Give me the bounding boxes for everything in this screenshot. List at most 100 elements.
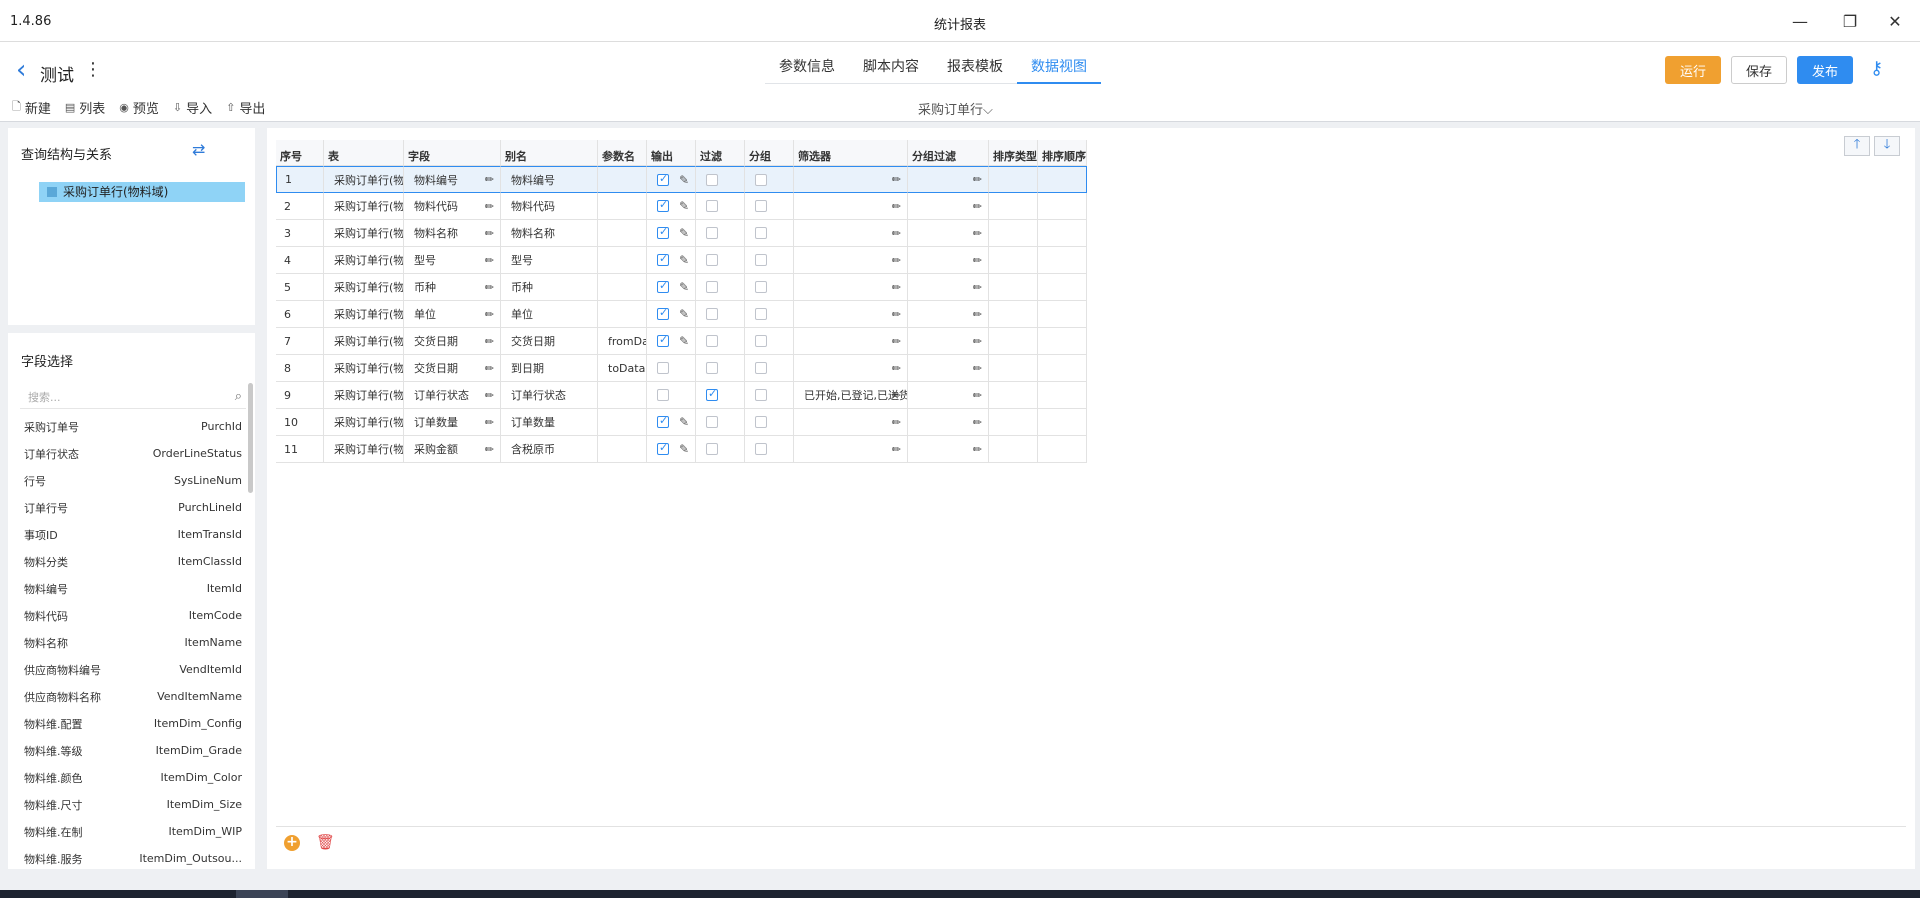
table-row[interactable]: 1 采购订单行(物料域) 物料编号 ✏ 物料编号 ✎ ✏ ✏ bbox=[276, 166, 1087, 193]
tree-node-purchase-line[interactable]: 采购订单行(物料域) bbox=[39, 182, 245, 202]
table-cell[interactable]: ✎ bbox=[647, 301, 696, 328]
filter-checkbox[interactable] bbox=[706, 254, 718, 266]
export-button[interactable]: ⇧ 导出 bbox=[226, 98, 265, 117]
table-cell[interactable]: 单位 bbox=[501, 301, 598, 328]
table-cell[interactable]: 采购订单行(物料域) bbox=[324, 301, 404, 328]
pencil-icon[interactable]: ✏ bbox=[892, 443, 901, 456]
group-checkbox[interactable] bbox=[755, 389, 767, 401]
minimize-icon[interactable]: — bbox=[1780, 8, 1820, 34]
table-cell[interactable] bbox=[745, 193, 794, 220]
group-checkbox[interactable] bbox=[755, 335, 767, 347]
table-cell[interactable]: ✏ bbox=[908, 220, 989, 247]
pencil-icon[interactable]: ✏ bbox=[485, 416, 494, 429]
list-item[interactable]: 事项ID ItemTransId bbox=[8, 521, 248, 548]
table-cell[interactable]: 订单行状态 bbox=[501, 382, 598, 409]
table-cell[interactable]: 物料名称 ✏ bbox=[404, 220, 501, 247]
table-cell[interactable]: 物料编号 bbox=[501, 166, 598, 193]
list-item[interactable]: 供应商物料编号 VendItemId bbox=[8, 656, 248, 683]
search-icon[interactable]: ⌕ bbox=[235, 389, 242, 404]
table-cell[interactable]: ✏ bbox=[908, 355, 989, 382]
table-cell[interactable] bbox=[598, 247, 647, 274]
pencil-icon[interactable]: ✏ bbox=[973, 443, 982, 456]
table-cell[interactable]: 型号 ✏ bbox=[404, 247, 501, 274]
table-cell[interactable]: 9 bbox=[276, 382, 324, 409]
publish-button[interactable]: 发布 bbox=[1797, 56, 1853, 84]
table-cell[interactable]: ✏ bbox=[794, 301, 908, 328]
pencil-icon[interactable]: ✏ bbox=[485, 443, 494, 456]
table-cell[interactable] bbox=[989, 436, 1038, 463]
edit-icon[interactable]: ✎ bbox=[679, 173, 689, 187]
table-cell[interactable]: 采购订单行(物料域) bbox=[324, 247, 404, 274]
filter-checkbox[interactable] bbox=[706, 308, 718, 320]
table-row[interactable]: 3 采购订单行(物料域) 物料名称 ✏ 物料名称 ✎ ✏ ✏ bbox=[276, 220, 1087, 247]
pencil-icon[interactable]: ✏ bbox=[973, 308, 982, 321]
table-cell[interactable]: 6 bbox=[276, 301, 324, 328]
group-checkbox[interactable] bbox=[755, 443, 767, 455]
pencil-icon[interactable]: ✏ bbox=[973, 254, 982, 267]
filter-checkbox[interactable] bbox=[706, 173, 718, 186]
table-row[interactable]: 11 采购订单行(物料域) 采购金额 ✏ 含税原币 ✎ ✏ ✏ bbox=[276, 436, 1087, 463]
pencil-icon[interactable]: ✏ bbox=[892, 335, 901, 348]
table-cell[interactable] bbox=[696, 247, 745, 274]
table-cell[interactable] bbox=[745, 409, 794, 436]
group-checkbox[interactable] bbox=[755, 227, 767, 239]
list-item[interactable]: 物料维.等级 ItemDim_Grade bbox=[8, 737, 248, 764]
pencil-icon[interactable]: ✏ bbox=[973, 281, 982, 294]
table-row[interactable]: 4 采购订单行(物料域) 型号 ✏ 型号 ✎ ✏ ✏ bbox=[276, 247, 1087, 274]
table-cell[interactable] bbox=[598, 274, 647, 301]
pencil-icon[interactable]: ✏ bbox=[892, 173, 901, 186]
table-cell[interactable]: 5 bbox=[276, 274, 324, 301]
table-cell[interactable] bbox=[696, 301, 745, 328]
table-cell[interactable]: 物料名称 bbox=[501, 220, 598, 247]
pencil-icon[interactable]: ✏ bbox=[892, 362, 901, 375]
table-cell[interactable]: ✎ bbox=[647, 436, 696, 463]
table-cell[interactable]: ✏ bbox=[794, 274, 908, 301]
list-item[interactable]: 物料维.在制 ItemDim_WIP bbox=[8, 818, 248, 845]
table-cell[interactable] bbox=[989, 220, 1038, 247]
table-cell[interactable] bbox=[696, 274, 745, 301]
pencil-icon[interactable]: ✏ bbox=[485, 227, 494, 240]
table-cell[interactable] bbox=[1038, 328, 1087, 355]
table-cell[interactable]: 币种 ✏ bbox=[404, 274, 501, 301]
table-cell[interactable]: ✎ bbox=[647, 193, 696, 220]
table-cell[interactable] bbox=[696, 193, 745, 220]
list-item[interactable]: 物料代码 ItemCode bbox=[8, 602, 248, 629]
table-cell[interactable] bbox=[1038, 436, 1087, 463]
list-item[interactable]: 物料维.配置 ItemDim_Config bbox=[8, 710, 248, 737]
table-cell[interactable] bbox=[598, 166, 647, 193]
column-header[interactable]: 别名 bbox=[501, 140, 598, 166]
table-cell[interactable]: 单位 ✏ bbox=[404, 301, 501, 328]
taskbar-item[interactable] bbox=[236, 890, 288, 898]
table-cell[interactable]: ✏ bbox=[794, 436, 908, 463]
table-cell[interactable]: ✏ bbox=[794, 328, 908, 355]
table-cell[interactable]: 订单数量 bbox=[501, 409, 598, 436]
list-item[interactable]: 订单行号 PurchLineId bbox=[8, 494, 248, 521]
table-cell[interactable] bbox=[989, 328, 1038, 355]
list-item[interactable]: 订单行状态 OrderLineStatus bbox=[8, 440, 248, 467]
group-checkbox[interactable] bbox=[755, 254, 767, 266]
pencil-icon[interactable]: ✏ bbox=[485, 254, 494, 267]
table-cell[interactable] bbox=[1038, 247, 1087, 274]
column-header[interactable]: 排序顺序 bbox=[1038, 140, 1087, 166]
table-cell[interactable]: ✏ bbox=[794, 193, 908, 220]
table-cell[interactable] bbox=[1038, 193, 1087, 220]
search-input[interactable] bbox=[28, 387, 218, 407]
edit-icon[interactable]: ✎ bbox=[679, 226, 689, 240]
list-item[interactable]: 物料维.服务 ItemDim_Outsou... bbox=[8, 845, 248, 869]
column-header[interactable]: 字段 bbox=[404, 140, 501, 166]
table-cell[interactable]: ✏ bbox=[794, 247, 908, 274]
output-checkbox[interactable] bbox=[657, 225, 669, 239]
column-header[interactable]: 分组过滤 bbox=[908, 140, 989, 166]
edit-icon[interactable]: ✎ bbox=[679, 253, 689, 267]
output-checkbox[interactable] bbox=[657, 362, 669, 374]
pencil-icon[interactable]: ✏ bbox=[485, 200, 494, 213]
column-header[interactable]: 参数名 bbox=[598, 140, 647, 166]
table-cell[interactable]: 采购订单行(物料域) bbox=[324, 166, 404, 193]
table-cell[interactable]: ✏ bbox=[794, 166, 908, 193]
table-cell[interactable]: 3 bbox=[276, 220, 324, 247]
table-cell[interactable] bbox=[598, 301, 647, 328]
table-cell[interactable] bbox=[696, 220, 745, 247]
table-cell[interactable]: ✎ bbox=[647, 166, 696, 193]
table-cell[interactable] bbox=[745, 274, 794, 301]
table-cell[interactable]: ✏ bbox=[908, 166, 989, 193]
